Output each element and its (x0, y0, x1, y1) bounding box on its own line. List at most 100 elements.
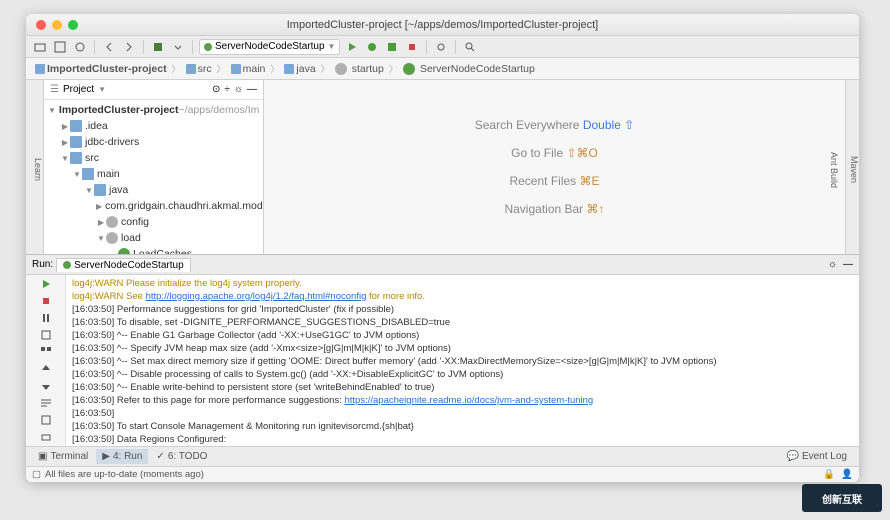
minimize-icon[interactable]: — (843, 259, 853, 270)
console-output[interactable]: log4j:WARN Please initialize the log4j s… (66, 275, 859, 446)
tree-item[interactable]: ▼src (44, 150, 263, 166)
chevron-down-icon[interactable] (170, 39, 186, 55)
tree-label: .idea (85, 120, 108, 132)
down-icon[interactable] (39, 380, 53, 392)
terminal-icon: ▣ (38, 451, 47, 462)
console-line: [16:03:50] ^-- Disable processing of cal… (72, 368, 853, 381)
console-line: [16:03:50] Data Regions Configured: (72, 433, 853, 446)
event-log-tab[interactable]: 💬 Event Log (781, 449, 854, 464)
tree-item[interactable]: LoadCaches (44, 246, 263, 254)
print-icon[interactable] (39, 431, 53, 443)
tree-item[interactable]: ▼load (44, 230, 263, 246)
open-icon[interactable] (32, 39, 48, 55)
breadcrumb-item[interactable]: startup (332, 63, 387, 75)
tree-label: main (97, 168, 120, 180)
pkg-icon (106, 232, 118, 244)
bottom-tool-tabs: ▣Terminal▶4: Run✓6: TODO 💬 Event Log (26, 446, 859, 466)
console-link[interactable]: http://logging.apache.org/log4j/1.2/faq.… (146, 291, 367, 302)
pause-icon[interactable] (39, 312, 53, 324)
collapse-icon[interactable]: ⊙ (212, 84, 220, 95)
breadcrumb-item[interactable]: ImportedCluster-project (32, 63, 170, 75)
close-window-icon[interactable] (36, 20, 46, 30)
lock-icon[interactable]: 🔒 (823, 469, 835, 480)
gutter-tab[interactable]: Learn (33, 158, 43, 181)
breadcrumb-item[interactable]: java (281, 63, 318, 75)
gear-icon[interactable]: ☼ (828, 259, 837, 270)
rerun-icon[interactable] (39, 278, 53, 290)
hide-icon[interactable]: — (247, 84, 257, 95)
stop-icon[interactable] (404, 39, 420, 55)
gear-icon[interactable]: ☼ (234, 84, 243, 95)
coverage-icon[interactable] (384, 39, 400, 55)
search-icon[interactable] (462, 39, 478, 55)
project-view-selector[interactable]: Project (63, 84, 94, 95)
back-icon[interactable] (101, 39, 117, 55)
expand-icon[interactable]: ÷ (224, 84, 230, 95)
tree-label: config (121, 216, 149, 228)
settings-icon[interactable] (433, 39, 449, 55)
bottom-tab-terminal[interactable]: ▣Terminal (32, 449, 94, 464)
scroll-icon[interactable] (39, 414, 53, 426)
forward-icon[interactable] (121, 39, 137, 55)
folder-icon (82, 168, 94, 180)
tree-label: java (109, 184, 128, 196)
gutter-tab[interactable]: Maven (849, 156, 859, 183)
tree-item[interactable]: ▶jdbc-drivers (44, 134, 263, 150)
editor-hint: Navigation Bar ⌘↑ (504, 202, 604, 216)
watermark-logo: 创新互联 (802, 484, 882, 512)
tree-item[interactable]: ▼main (44, 166, 263, 182)
console-line: log4j:WARN See http://logging.apache.org… (72, 290, 853, 303)
console-line: [16:03:50] (72, 407, 853, 420)
zoom-window-icon[interactable] (68, 20, 78, 30)
console-line: [16:03:50] Performance suggestions for g… (72, 303, 853, 316)
up-icon[interactable] (39, 363, 53, 375)
console-line: [16:03:50] ^-- Enable write-behind to pe… (72, 381, 853, 394)
console-line: [16:03:50] To disable, set -DIGNITE_PERF… (72, 316, 853, 329)
breadcrumb-item[interactable]: main (228, 63, 269, 75)
left-tool-gutter: Learn 1: Project 2: Favorites 7: Structu… (26, 80, 44, 254)
breadcrumb-item[interactable]: ServerNodeCodeStartup (400, 63, 538, 75)
stop-icon[interactable] (39, 295, 53, 307)
tree-item[interactable]: ▶config (44, 214, 263, 230)
window-title: ImportedCluster-project [~/apps/demos/Im… (26, 19, 859, 31)
editor-hint: Go to File ⇧⌘O (511, 146, 598, 160)
main-toolbar: ServerNodeCodeStartup ▼ (26, 36, 859, 58)
tree-item[interactable]: ▼ImportedCluster-project ~/apps/demos/Im (44, 102, 263, 118)
console-line: [16:03:50] ^-- Enable G1 Garbage Collect… (72, 329, 853, 342)
tree-item[interactable]: ▶com.gridgain.chaudhri.akmal.mode (44, 198, 263, 214)
console-line: [16:03:50] ^-- Specify JVM heap max size… (72, 342, 853, 355)
run-icon[interactable] (344, 39, 360, 55)
run-tab[interactable]: ServerNodeCodeStartup (56, 258, 191, 272)
dump-icon[interactable] (39, 329, 53, 341)
wrap-icon[interactable] (39, 397, 53, 409)
console-link[interactable]: https://apacheignite.readme.io/docs/jvm-… (345, 395, 594, 406)
bottom-tab-run[interactable]: ▶4: Run (96, 449, 148, 464)
run-toolbar (26, 275, 66, 446)
project-tree[interactable]: ▼ImportedCluster-project ~/apps/demos/Im… (44, 100, 263, 254)
run-label: Run: (32, 259, 53, 270)
run-panel: Run: ServerNodeCodeStartup ☼ — (26, 254, 859, 446)
status-icon: ▢ (32, 469, 41, 480)
tree-item[interactable]: ▼java (44, 182, 263, 198)
debug-icon[interactable] (364, 39, 380, 55)
project-panel: ☰ Project ▼ ⊙ ÷ ☼ — ▼ImportedCluster-pro… (44, 80, 264, 254)
save-icon[interactable] (52, 39, 68, 55)
editor-hint: Search Everywhere Double ⇧ (475, 118, 634, 132)
hector-icon[interactable]: 👤 (841, 469, 853, 480)
refresh-icon[interactable] (72, 39, 88, 55)
folder-icon (186, 64, 196, 74)
bottom-tab-todo[interactable]: ✓6: TODO (150, 449, 213, 464)
tree-label: load (121, 232, 141, 244)
console-line: [16:03:50] To start Console Management &… (72, 420, 853, 433)
gutter-tab[interactable]: Ant Build (829, 152, 839, 188)
event-log-icon: 💬 (787, 451, 799, 462)
minimize-window-icon[interactable] (52, 20, 62, 30)
right-tool-gutter: Maven Ant Build (845, 80, 859, 254)
run-config-selector[interactable]: ServerNodeCodeStartup ▼ (199, 39, 340, 55)
layout-icon[interactable] (39, 346, 53, 358)
breadcrumb-item[interactable]: src (183, 63, 215, 75)
tree-item[interactable]: ▶.idea (44, 118, 263, 134)
run-icon: ▶ (102, 451, 110, 462)
build-icon[interactable] (150, 39, 166, 55)
pkg-icon (106, 216, 118, 228)
